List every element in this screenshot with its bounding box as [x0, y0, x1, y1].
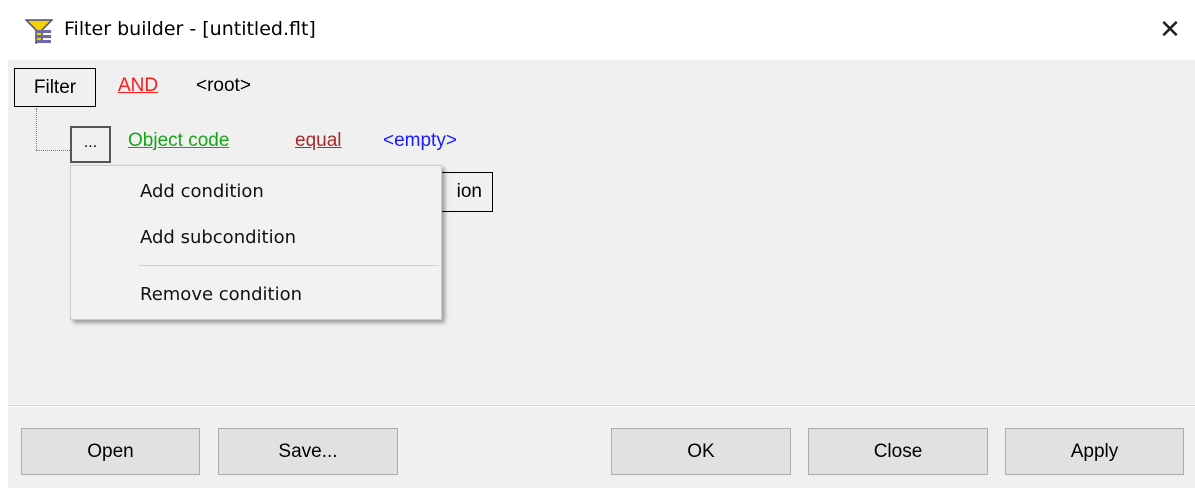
- condition-field-link[interactable]: Object code: [128, 130, 229, 152]
- menu-item-add-condition[interactable]: Add condition: [71, 172, 441, 212]
- close-button[interactable]: Close: [808, 428, 988, 475]
- menu-item-add-subcondition[interactable]: Add subcondition: [71, 218, 441, 258]
- filter-root-button[interactable]: Filter: [14, 68, 96, 107]
- apply-button[interactable]: Apply: [1005, 428, 1184, 475]
- save-button[interactable]: Save...: [218, 428, 398, 475]
- footer-separator: [8, 405, 1195, 407]
- condition-value-link[interactable]: <empty>: [383, 130, 457, 152]
- title-bar: Filter builder - [untitled.flt] ✕: [0, 0, 1195, 60]
- filter-app-icon: [25, 19, 53, 44]
- logic-operator-link[interactable]: AND: [118, 75, 158, 97]
- tree-connector-horizontal: [36, 150, 70, 151]
- menu-item-remove-condition[interactable]: Remove condition: [71, 275, 441, 315]
- root-tag: <root>: [196, 75, 251, 96]
- condition-operator-link[interactable]: equal: [295, 130, 342, 152]
- close-icon[interactable]: ✕: [1155, 15, 1185, 45]
- condition-menu-button[interactable]: ...: [70, 126, 111, 163]
- condition-context-menu: Add condition Add subcondition Remove co…: [70, 165, 442, 320]
- menu-separator: [139, 265, 439, 266]
- open-button[interactable]: Open: [21, 428, 200, 475]
- window-title: Filter builder - [untitled.flt]: [64, 18, 316, 40]
- tree-connector-vertical: [36, 108, 37, 150]
- ok-button[interactable]: OK: [611, 428, 791, 475]
